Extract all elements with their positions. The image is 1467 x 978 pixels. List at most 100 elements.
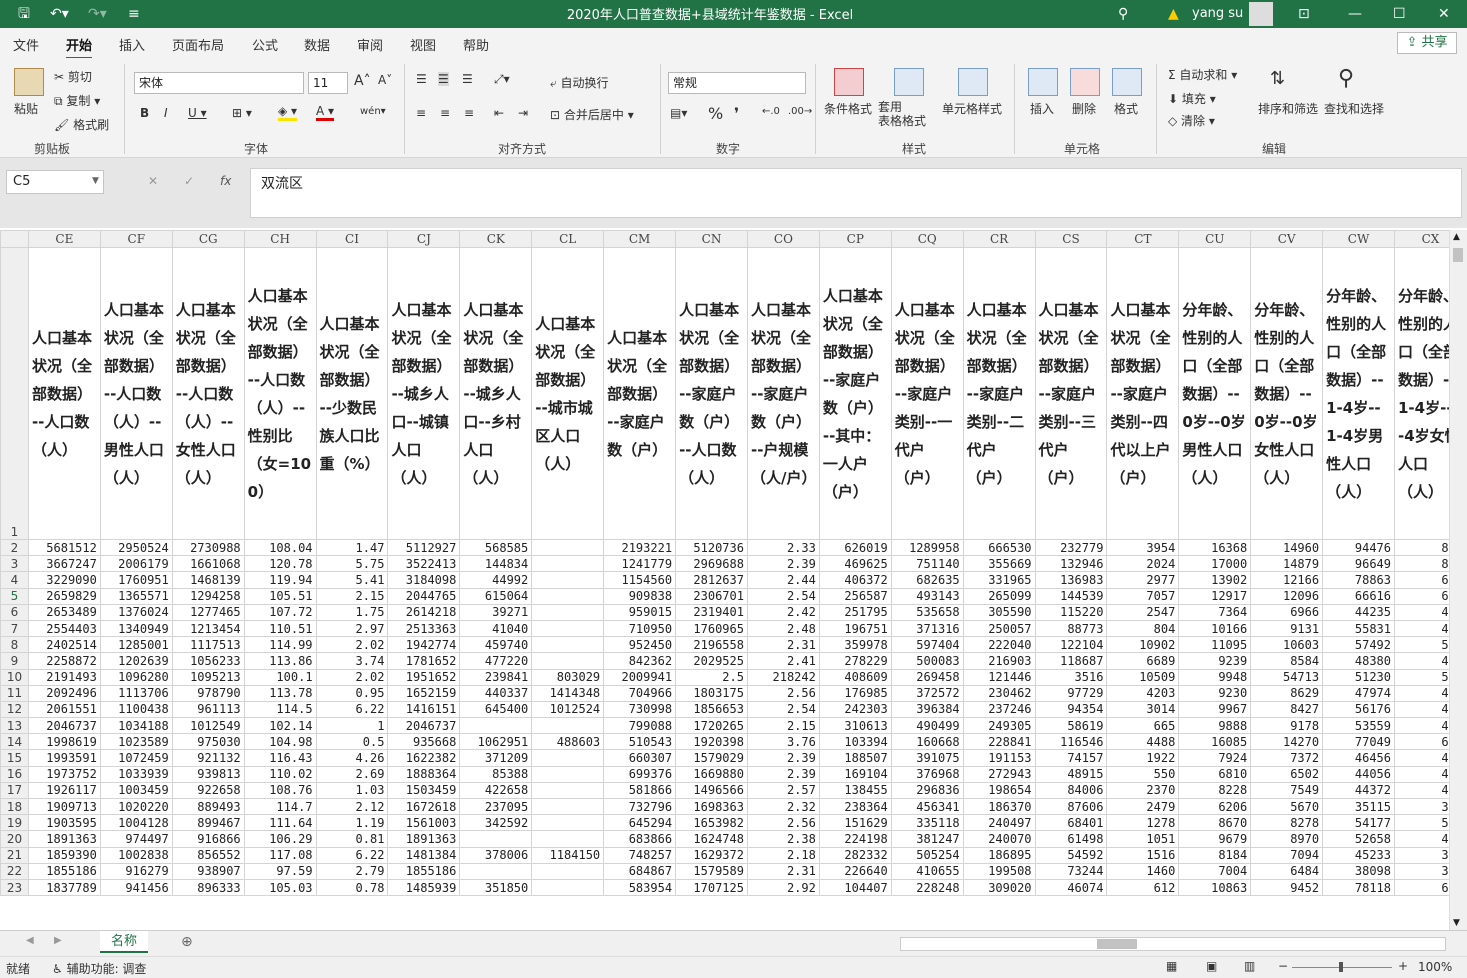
cell[interactable]: 6.22 <box>315 846 389 864</box>
align-center-icon[interactable]: ≡ <box>440 106 450 120</box>
cell[interactable]: 114.7 <box>243 797 317 816</box>
cell[interactable]: 54592 <box>1034 846 1108 864</box>
cell[interactable]: 2.38 <box>746 830 820 848</box>
cell[interactable]: 103394 <box>818 733 892 751</box>
cell[interactable]: 16085 <box>1178 733 1252 751</box>
cell[interactable] <box>531 619 605 638</box>
cell[interactable]: 1002838 <box>99 846 173 864</box>
cell[interactable]: 1903595 <box>27 814 101 832</box>
cell[interactable]: 1561003 <box>387 814 461 832</box>
cell[interactable]: 132946 <box>1034 555 1108 573</box>
cell[interactable]: 896333 <box>171 878 245 897</box>
cell[interactable]: 2258872 <box>27 652 101 670</box>
cell[interactable]: 97.59 <box>243 862 317 880</box>
row-header[interactable]: 12 <box>0 700 29 719</box>
align-bottom-icon[interactable]: ☰ <box>462 72 473 86</box>
accounting-icon[interactable]: ▤▾ <box>670 106 687 120</box>
cell[interactable]: 1004128 <box>99 814 173 832</box>
cell[interactable]: 10166 <box>1178 619 1252 638</box>
cell[interactable]: 408609 <box>818 668 892 686</box>
cell[interactable]: 7924 <box>1178 749 1252 767</box>
tab-home[interactable]: 开始 <box>66 35 93 60</box>
tab-review[interactable]: 审阅 <box>357 35 383 54</box>
cell[interactable]: 2370 <box>1106 781 1180 800</box>
cell[interactable]: 9239 <box>1178 652 1252 670</box>
cell[interactable] <box>531 717 605 735</box>
cell[interactable]: 118687 <box>1034 652 1108 670</box>
next-sheet-icon[interactable]: ▶ <box>54 935 62 946</box>
header-cell[interactable]: 分年龄、性别的人口（全部数据）--1-4岁--1-4岁男性人口（人） <box>1322 247 1395 540</box>
cell[interactable]: 8584 <box>1250 652 1324 670</box>
cell[interactable]: 2653489 <box>27 603 101 621</box>
horizontal-scroll-thumb[interactable] <box>1097 939 1137 949</box>
cell[interactable]: 1909713 <box>27 797 101 816</box>
cell[interactable]: 376968 <box>890 765 964 783</box>
cell[interactable]: 115220 <box>1034 603 1108 621</box>
tab-data[interactable]: 数据 <box>304 35 330 54</box>
cell[interactable]: 4488 <box>1106 733 1180 751</box>
cell[interactable]: 117.08 <box>243 846 317 864</box>
cell[interactable]: 38098 <box>1322 862 1395 880</box>
cell[interactable]: 5.75 <box>315 555 389 573</box>
cell[interactable]: 2.92 <box>746 878 820 897</box>
cell[interactable]: 272943 <box>962 765 1036 783</box>
cell[interactable]: 54177 <box>1322 814 1395 832</box>
cancel-icon[interactable]: ✕ <box>148 174 158 188</box>
cell[interactable]: 8278 <box>1250 814 1324 832</box>
cell[interactable]: 1278 <box>1106 814 1180 832</box>
cell[interactable]: 116546 <box>1034 733 1108 751</box>
merge-center-button[interactable]: ⊡ 合并后居中 ▾ <box>550 106 634 123</box>
cell[interactable]: 1973752 <box>27 765 101 783</box>
cell[interactable]: 683866 <box>603 830 677 848</box>
cell[interactable]: 10863 <box>1178 878 1252 897</box>
sort-filter-button[interactable]: 排序和筛选 <box>1258 100 1318 117</box>
cell[interactable]: 645294 <box>603 814 677 832</box>
cell[interactable]: 535658 <box>890 603 964 621</box>
cell[interactable]: 8228 <box>1178 781 1252 800</box>
formula-input[interactable]: 双流区 <box>250 168 1462 218</box>
cell[interactable]: 371316 <box>890 619 964 638</box>
cell[interactable]: 1998619 <box>27 733 101 751</box>
format-as-table-button[interactable]: 套用 表格格式 <box>878 100 926 128</box>
cell[interactable]: 0.78 <box>315 878 389 897</box>
cell[interactable]: 459740 <box>459 636 533 654</box>
cell[interactable]: 3522413 <box>387 555 461 573</box>
cell[interactable]: 226640 <box>818 862 892 880</box>
cell[interactable]: 121446 <box>962 668 1036 686</box>
cell[interactable]: 856552 <box>171 846 245 864</box>
enter-icon[interactable]: ✓ <box>184 174 194 188</box>
column-header[interactable]: CJ <box>387 230 461 248</box>
cell[interactable]: 355669 <box>962 555 1036 573</box>
cell[interactable]: 748257 <box>603 846 677 864</box>
cell[interactable]: 8184 <box>1178 846 1252 864</box>
cell[interactable]: 710950 <box>603 619 677 638</box>
cell[interactable]: 94354 <box>1034 700 1108 719</box>
cell[interactable]: 100.1 <box>243 668 317 686</box>
cell[interactable]: 237095 <box>459 797 533 816</box>
column-header[interactable]: CV <box>1250 230 1324 248</box>
clear-button[interactable]: ◇ 清除 ▾ <box>1168 112 1215 129</box>
cell[interactable]: 626019 <box>818 538 892 557</box>
tab-file[interactable]: 文件 <box>13 35 39 54</box>
column-header[interactable]: CT <box>1106 230 1180 248</box>
cell[interactable]: 249305 <box>962 717 1036 735</box>
format-cells-icon[interactable] <box>1112 68 1142 96</box>
cell[interactable]: 16368 <box>1178 538 1252 557</box>
column-header[interactable]: CN <box>675 230 748 248</box>
cell[interactable]: 17000 <box>1178 555 1252 573</box>
cell[interactable]: 13902 <box>1178 571 1252 589</box>
cell[interactable]: 104.98 <box>243 733 317 751</box>
cell[interactable]: 1376024 <box>99 603 173 621</box>
cell[interactable]: 1117513 <box>171 636 245 654</box>
align-middle-icon[interactable]: ☰ <box>438 72 449 86</box>
font-name-select[interactable]: 宋体 <box>134 72 304 94</box>
cell[interactable]: 2061551 <box>27 700 101 719</box>
cell[interactable]: 1416151 <box>387 700 461 719</box>
cell[interactable]: 645400 <box>459 700 533 719</box>
cell[interactable]: 8670 <box>1178 814 1252 832</box>
tab-formulas[interactable]: 公式 <box>252 35 278 54</box>
cell[interactable] <box>531 797 605 816</box>
cell[interactable]: 597404 <box>890 636 964 654</box>
cell[interactable]: 7057 <box>1106 587 1180 605</box>
header-cell[interactable]: 人口基本状况（全部数据）--城乡人口--城镇人口（人） <box>387 247 461 540</box>
